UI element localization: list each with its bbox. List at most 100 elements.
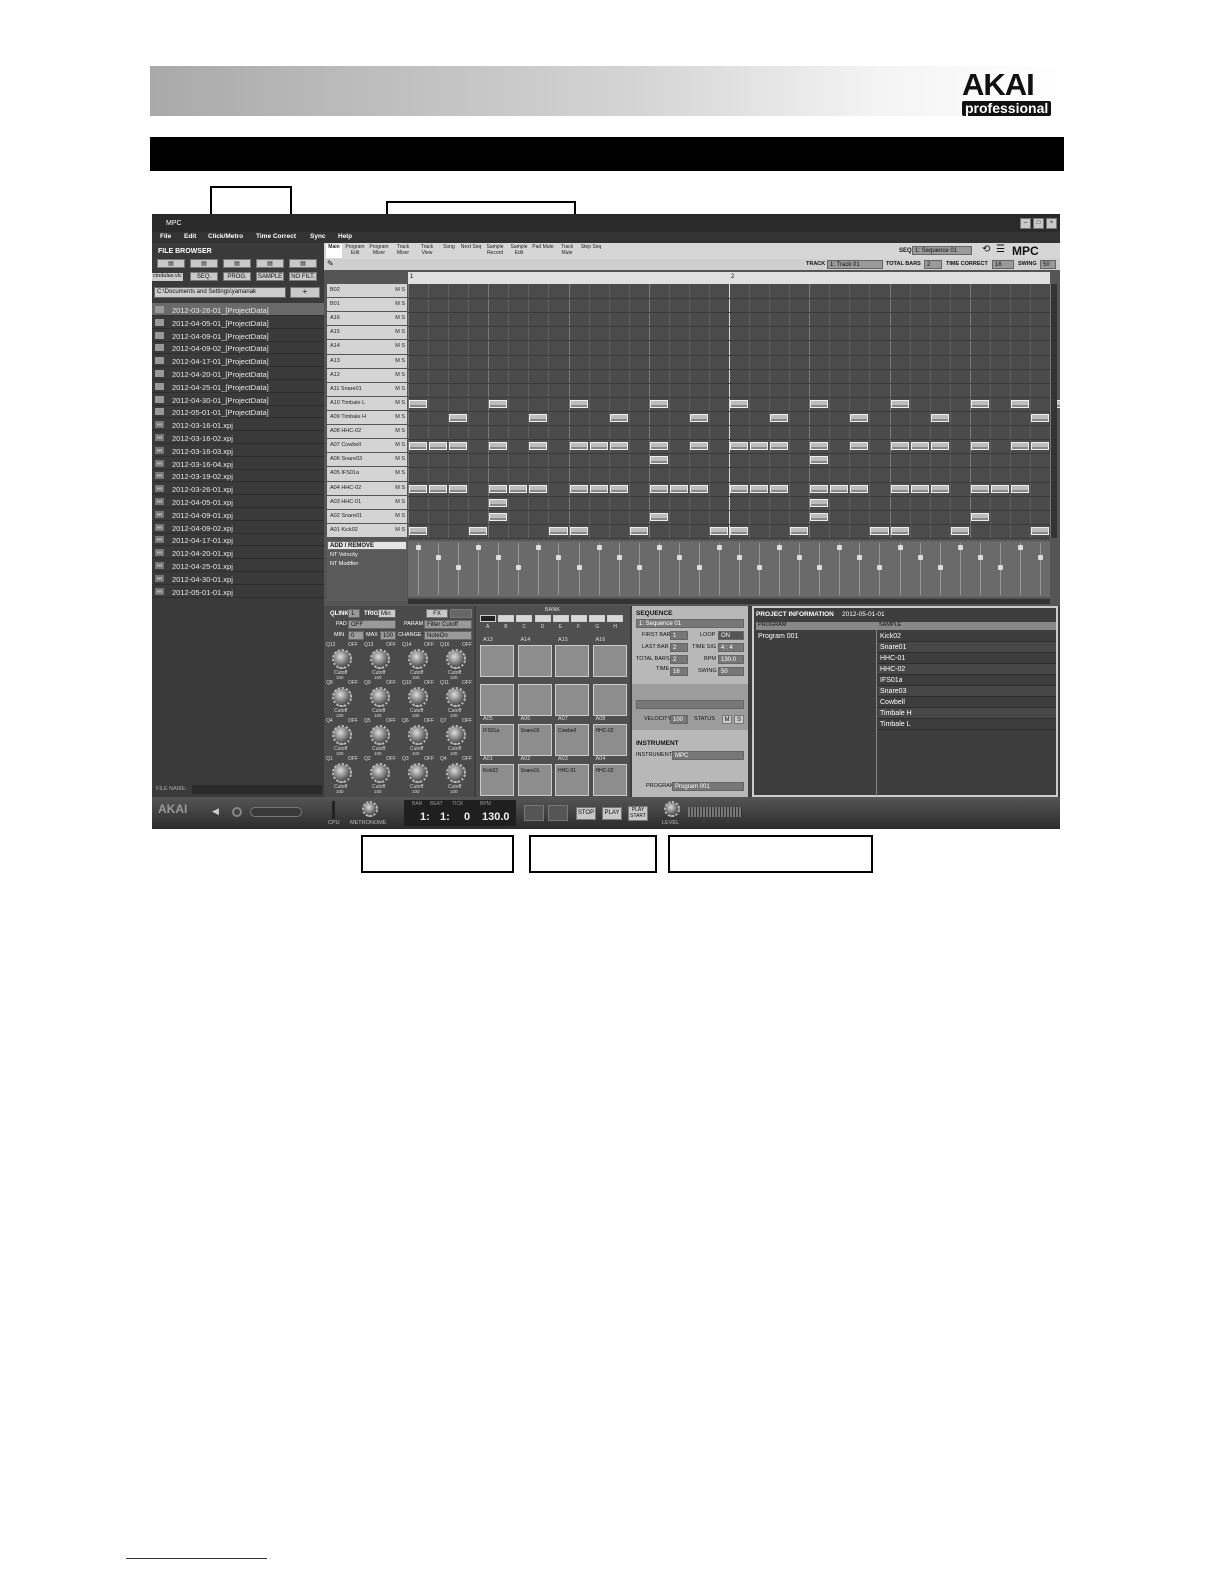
file-list-item[interactable]: PR 2012-03-26-01.xpj: [152, 482, 324, 496]
file-list-item[interactable]: 2012-04-09-02_[ProjectData]: [152, 341, 324, 355]
velocity-handle[interactable]: [857, 555, 863, 560]
fx-button[interactable]: FX: [426, 609, 448, 618]
grid-lane-header[interactable]: A03 HHC-01 M S: [327, 495, 407, 510]
note-event[interactable]: [529, 414, 548, 422]
note-event[interactable]: [890, 526, 909, 535]
velocity-handle[interactable]: [997, 565, 1003, 570]
note-event[interactable]: [609, 484, 628, 493]
drum-pad[interactable]: A01 Kick02: [480, 756, 514, 796]
lane-mute-solo[interactable]: M S: [395, 456, 405, 462]
note-event[interactable]: [910, 442, 929, 451]
param-select[interactable]: Filter Cutoff: [424, 620, 472, 629]
bank-button-g[interactable]: [589, 615, 606, 622]
note-event[interactable]: [1010, 484, 1029, 493]
velocity-handle[interactable]: [456, 565, 462, 570]
qlink-knob[interactable]: [332, 725, 352, 745]
file-list-item[interactable]: PR 2012-04-09-01.xpj: [152, 508, 324, 521]
velocity-handle[interactable]: [897, 545, 903, 550]
note-event[interactable]: [449, 414, 468, 422]
qlink-knob[interactable]: [408, 649, 428, 669]
change-select[interactable]: NoteOn: [424, 631, 472, 640]
file-list-item[interactable]: PR 2012-05-01-01.xpj: [152, 585, 324, 598]
velocity-handle[interactable]: [716, 545, 722, 550]
grid-lane-header[interactable]: B01 M S: [327, 298, 407, 313]
note-event[interactable]: [429, 484, 448, 493]
note-event[interactable]: [449, 442, 468, 451]
note-event[interactable]: [810, 484, 829, 493]
grid-lane-header[interactable]: A16 M S: [327, 312, 407, 327]
velocity-handle[interactable]: [616, 555, 622, 560]
bank-button-d[interactable]: [534, 615, 551, 622]
velocity-handle[interactable]: [576, 565, 582, 570]
grid-vertical-scrollbar[interactable]: [1051, 284, 1057, 538]
velocity-handle[interactable]: [556, 555, 562, 560]
seq-total-bars-field[interactable]: 2: [670, 655, 688, 664]
lane-mute-solo[interactable]: M S: [395, 287, 405, 293]
qlink-knob[interactable]: [408, 687, 428, 707]
velocity-handle[interactable]: [636, 565, 642, 570]
note-event[interactable]: [649, 484, 668, 493]
velocity-handle[interactable]: [596, 545, 602, 550]
qlink-knob[interactable]: [446, 687, 466, 707]
first-bar-field[interactable]: 1: [670, 631, 688, 640]
lane-mute-solo[interactable]: M S: [395, 343, 405, 349]
filter-no-filt[interactable]: NO FILT.: [289, 272, 317, 281]
velocity-field[interactable]: 100: [670, 715, 688, 724]
fx-toggle[interactable]: [450, 609, 472, 618]
browser-view-btn-2[interactable]: ▤: [190, 259, 218, 268]
file-list-item[interactable]: 2012-03-26-01_[ProjectData]: [152, 303, 324, 316]
min-field[interactable]: 0: [348, 631, 364, 640]
file-list-item[interactable]: PR 2012-04-09-02.xpj: [152, 521, 324, 534]
note-event[interactable]: [810, 442, 829, 451]
note-event[interactable]: [970, 484, 989, 493]
close-button[interactable]: ×: [1046, 218, 1057, 229]
lane-mute-solo[interactable]: M S: [395, 315, 405, 321]
filter-sample[interactable]: SAMPLE: [256, 272, 284, 281]
bank-button-h[interactable]: [607, 615, 624, 622]
drum-pad[interactable]: [517, 684, 552, 716]
lane-mute-solo[interactable]: M S: [395, 485, 405, 491]
note-event[interactable]: [950, 526, 969, 535]
tab-song[interactable]: Song: [440, 244, 458, 258]
seq-swing-field[interactable]: 50: [718, 667, 744, 676]
note-event[interactable]: [449, 484, 468, 493]
file-list-item[interactable]: 2012-04-17-01_[ProjectData]: [152, 354, 324, 368]
grid-lane-header[interactable]: A07 Cowbell M S: [327, 439, 407, 454]
note-event[interactable]: [930, 442, 949, 451]
file-list-item[interactable]: PR 2012-03-16-03.xpj: [152, 444, 324, 457]
file-list-item[interactable]: PR 2012-03-16-02.xpj: [152, 431, 324, 444]
velocity-handle[interactable]: [817, 565, 823, 570]
note-event[interactable]: [890, 484, 909, 493]
note-event[interactable]: [1030, 526, 1049, 535]
lane-mute-solo[interactable]: M S: [395, 372, 405, 378]
project-program[interactable]: Program 001: [758, 633, 798, 640]
velocity-handle[interactable]: [837, 545, 843, 550]
lane-mute-solo[interactable]: M S: [395, 358, 405, 364]
drum-pad[interactable]: A02 Snare01: [517, 756, 552, 796]
qlink-select[interactable]: 1: [348, 609, 360, 618]
tab-program-edit[interactable]: Program Edit: [344, 244, 366, 258]
note-event[interactable]: [730, 484, 749, 493]
grid-lane-header[interactable]: A09 Timbale H M S: [327, 411, 407, 426]
browser-view-btn-1[interactable]: ▤: [157, 259, 185, 268]
note-event[interactable]: [589, 442, 608, 451]
mute-button[interactable]: M: [722, 715, 732, 724]
drum-pad[interactable]: A16: [592, 637, 627, 677]
note-event[interactable]: [569, 526, 588, 535]
tab-track-view[interactable]: Track View: [416, 244, 438, 258]
velocity-handle[interactable]: [757, 565, 763, 570]
program-select[interactable]: Program 001: [672, 782, 744, 791]
velocity-handle[interactable]: [676, 555, 682, 560]
note-event[interactable]: [689, 414, 708, 422]
list-icon[interactable]: ☰: [996, 245, 1005, 255]
grid-lane-header[interactable]: A15 M S: [327, 326, 407, 341]
qlink-knob[interactable]: [408, 763, 428, 783]
bank-button-e[interactable]: [552, 615, 569, 622]
note-event[interactable]: [649, 399, 668, 408]
tab-sample-edit[interactable]: Sample Edit: [508, 244, 530, 258]
velocity-handle[interactable]: [496, 555, 502, 560]
note-event[interactable]: [850, 414, 869, 422]
note-event[interactable]: [469, 526, 488, 535]
note-event[interactable]: [489, 498, 508, 507]
note-event[interactable]: [930, 484, 949, 493]
